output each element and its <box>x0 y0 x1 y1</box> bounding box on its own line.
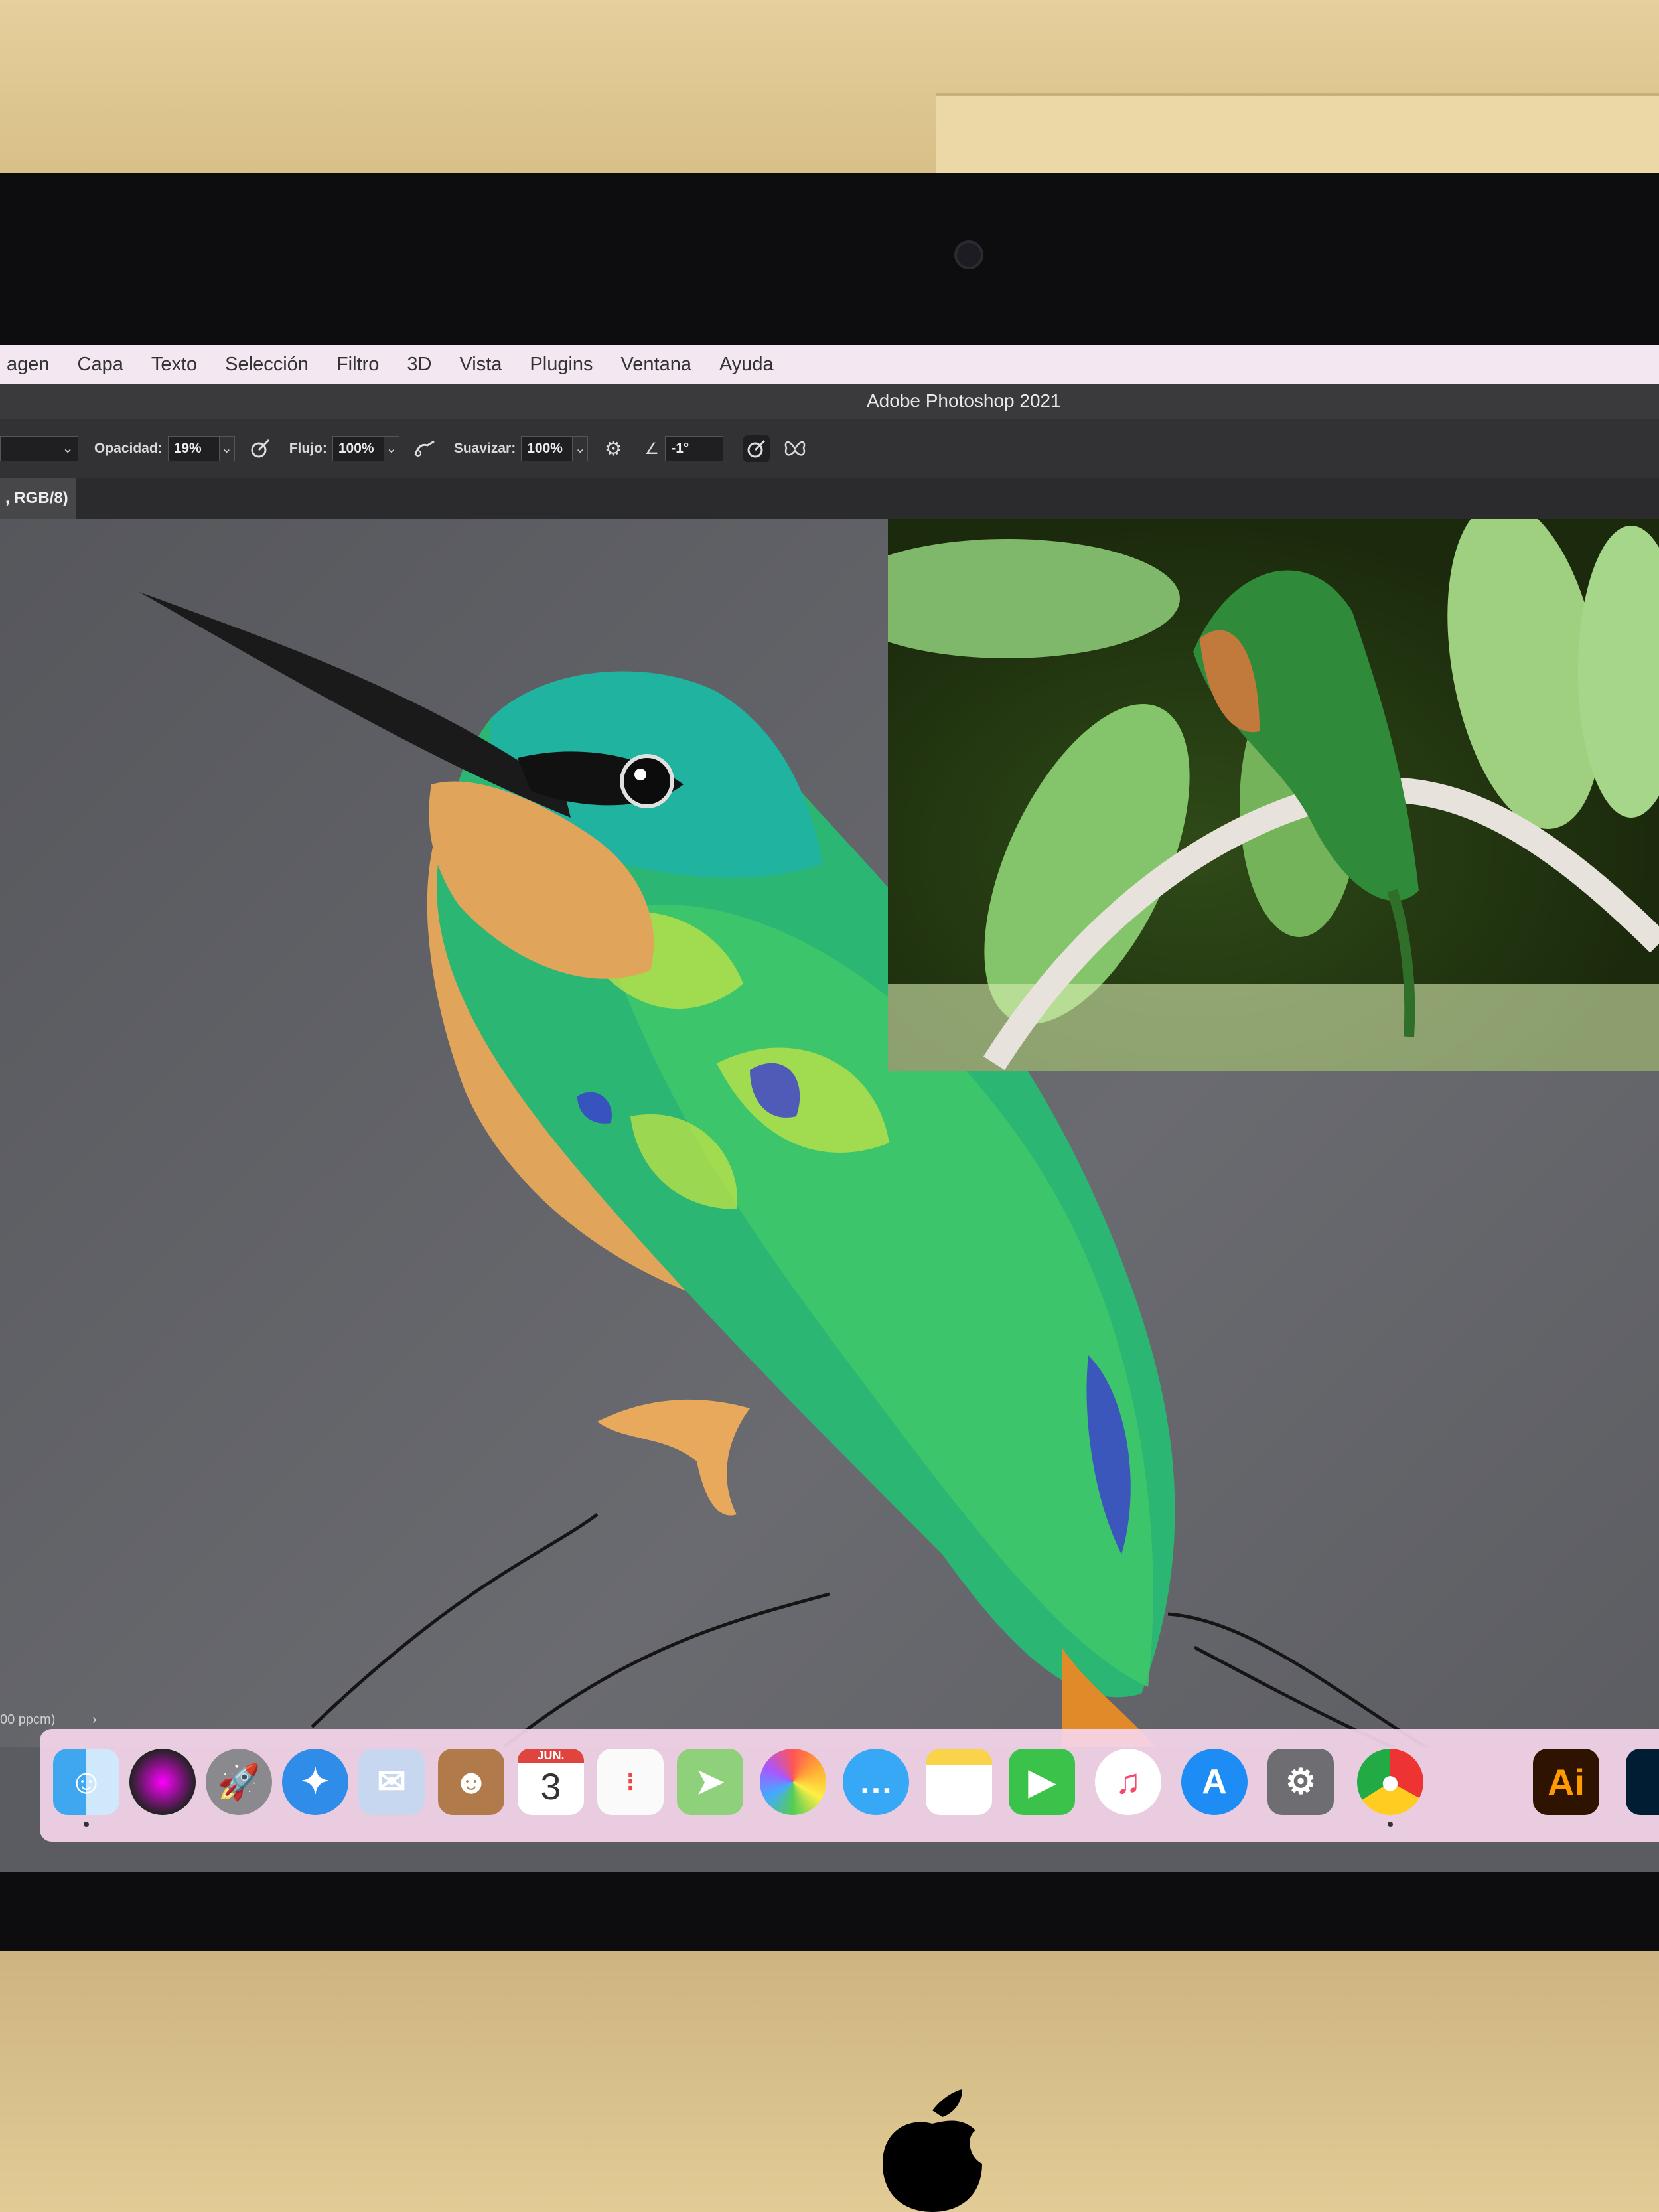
canvas-area[interactable] <box>0 519 1659 1747</box>
smoothing-field[interactable]: 100% <box>521 436 573 461</box>
menu-item-vista[interactable]: Vista <box>447 354 514 376</box>
chrome-icon[interactable]: ● <box>1357 1749 1423 1815</box>
bird-beak <box>139 592 571 818</box>
menu-item-imagen[interactable]: agen <box>0 354 62 376</box>
branch-line <box>311 1512 1429 1747</box>
angle-icon: ∠ <box>644 439 659 458</box>
airbrush-icon[interactable] <box>411 435 438 462</box>
menu-item-capa[interactable]: Capa <box>66 354 135 376</box>
symmetry-butterfly-icon[interactable] <box>782 435 808 462</box>
running-indicator <box>84 1822 89 1827</box>
menu-item-ayuda[interactable]: Ayuda <box>707 354 786 376</box>
status-chevron-right-icon[interactable]: › <box>92 1712 97 1727</box>
document-tab[interactable]: , RGB/8) <box>0 478 76 519</box>
status-zoom-text: 00 ppcm) <box>0 1712 56 1727</box>
leaf-shape <box>888 539 1180 658</box>
reminders-icon[interactable]: ⁝ <box>597 1749 664 1815</box>
menu-item-seleccion[interactable]: Selección <box>213 354 321 376</box>
launchpad-icon[interactable]: 🚀 <box>206 1749 272 1815</box>
document-tab-bar: , RGB/8) <box>0 478 1659 519</box>
app-title-bar: Adobe Photoshop 2021 <box>0 384 1659 419</box>
opacity-chevron-down-icon[interactable]: ⌄ <box>219 436 235 461</box>
monitor-chin <box>0 1951 1659 2212</box>
reference-photo <box>888 519 1659 1071</box>
facetime-icon[interactable]: ▶ <box>1009 1749 1075 1815</box>
photos-icon[interactable] <box>760 1749 826 1815</box>
messages-icon[interactable]: … <box>843 1749 909 1815</box>
bird-eye <box>620 754 674 808</box>
menu-bar: agen Capa Texto Selección Filtro 3D Vist… <box>0 345 1659 384</box>
illustrator-label: Ai <box>1548 1761 1585 1803</box>
app-store-icon[interactable]: A <box>1181 1749 1248 1815</box>
menu-item-filtro[interactable]: Filtro <box>325 354 391 376</box>
reference-photo-image <box>888 519 1659 1071</box>
gear-icon[interactable]: ⚙ <box>600 435 626 462</box>
smoothing-chevron-down-icon[interactable]: ⌄ <box>573 436 589 461</box>
flow-field[interactable]: 100% <box>332 436 384 461</box>
app-title: Adobe Photoshop 2021 <box>867 390 1061 411</box>
wall-background <box>0 0 1659 199</box>
webcam-icon <box>954 240 983 269</box>
options-bar: ⌄ Opacidad: 19% ⌄ Flujo: 100% ⌄ Suavizar… <box>0 419 1659 478</box>
contacts-icon[interactable]: ☻ <box>438 1749 504 1815</box>
notes-icon[interactable] <box>926 1749 992 1815</box>
calendar-icon[interactable]: JUN. 3 <box>518 1749 584 1815</box>
safari-icon[interactable]: ✦ <box>282 1749 348 1815</box>
bird-foot <box>597 1399 750 1516</box>
menu-item-3d[interactable]: 3D <box>395 354 443 376</box>
screen: agen Capa Texto Selección Filtro 3D Vist… <box>0 345 1659 1872</box>
opacity-field[interactable]: 19% <box>167 436 220 461</box>
siri-icon[interactable] <box>129 1749 196 1815</box>
flow-chevron-down-icon[interactable]: ⌄ <box>384 436 399 461</box>
menu-item-texto[interactable]: Texto <box>139 354 209 376</box>
maps-icon[interactable]: ➤ <box>677 1749 743 1815</box>
menu-item-ventana[interactable]: Ventana <box>609 354 703 376</box>
dock: ☺ 🚀 ✦ ✉ ☻ JUN. 3 ⁝ ➤ … ▶ ♫ A ⚙ ● Ai <box>40 1729 1659 1842</box>
bird-eye-highlight <box>634 769 646 780</box>
pressure-size-icon[interactable] <box>743 435 770 462</box>
music-icon[interactable]: ♫ <box>1095 1749 1161 1815</box>
calendar-month: JUN. <box>518 1749 584 1763</box>
mail-icon[interactable]: ✉ <box>358 1749 425 1815</box>
smoothing-label: Suavizar: <box>453 441 516 456</box>
photoshop-icon[interactable] <box>1626 1749 1659 1815</box>
apple-logo-icon <box>883 2089 982 2212</box>
pressure-opacity-icon[interactable] <box>247 435 273 462</box>
illustrator-icon[interactable]: Ai <box>1533 1749 1599 1815</box>
brush-preset-dropdown[interactable]: ⌄ <box>0 436 78 461</box>
running-indicator <box>1388 1822 1393 1827</box>
opacity-label: Opacidad: <box>94 441 163 456</box>
finder-icon[interactable]: ☺ <box>53 1749 119 1815</box>
angle-field[interactable]: -1° <box>665 436 724 461</box>
calendar-day: 3 <box>540 1765 561 1807</box>
system-preferences-icon[interactable]: ⚙ <box>1267 1749 1334 1815</box>
flow-label: Flujo: <box>289 441 327 456</box>
menu-item-plugins[interactable]: Plugins <box>518 354 605 376</box>
